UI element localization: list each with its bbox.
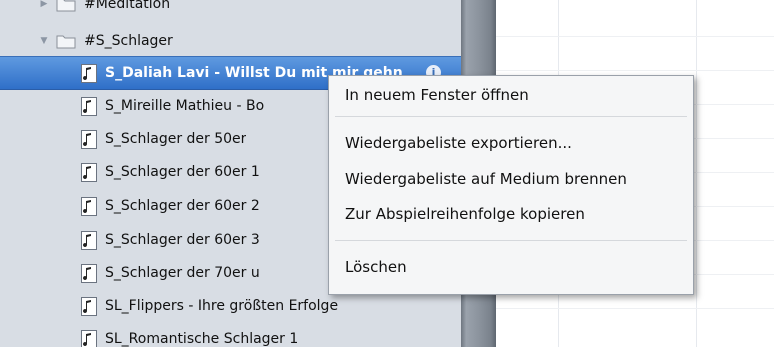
disclosure-down-icon[interactable]: ▼ — [38, 36, 50, 46]
folder-icon — [56, 34, 76, 49]
sidebar-item-label: S_Schlager der 50er — [105, 131, 247, 147]
row-divider — [496, 308, 774, 309]
menu-item-copy-to-play-queue[interactable]: Zur Abspielreihenfolge kopieren — [345, 204, 585, 224]
menu-item-export-playlist[interactable]: Wiedergabeliste exportieren... — [345, 133, 572, 153]
disclosure-right-icon[interactable]: ▶ — [38, 0, 50, 9]
menu-item-open-new-window[interactable]: In neuem Fenster öffnen — [345, 85, 529, 105]
sidebar-item-label: #Meditation — [84, 0, 171, 12]
playlist-note-icon — [81, 230, 97, 250]
playlist-note-icon — [81, 63, 97, 83]
playlist-note-icon — [81, 96, 97, 116]
sidebar-item-label: S_Schlager der 60er 3 — [105, 232, 260, 248]
column-divider — [696, 0, 697, 347]
playlist-note-icon — [81, 162, 97, 182]
playlist-note-icon — [81, 296, 97, 316]
sidebar-item-label: SL_Flippers - Ihre größten Erfolge — [105, 298, 339, 314]
sidebar-item-meditation[interactable]: ▶ #Meditation — [0, 0, 461, 20]
sidebar-item-s-schlager[interactable]: ▼ #S_Schlager — [0, 25, 461, 57]
sidebar-item-label: S_Schlager der 60er 2 — [105, 198, 260, 214]
menu-separator — [335, 116, 687, 117]
sidebar-item-label: S_Schlager der 60er 1 — [105, 164, 260, 180]
sidebar-item-label: SL_Romantische Schlager 1 — [105, 331, 299, 347]
playlist-note-icon — [81, 329, 97, 347]
playlist-note-icon — [81, 196, 97, 216]
sidebar-item-label: S_Mireille Mathieu - Bo — [105, 98, 265, 114]
sidebar-item-playlist[interactable]: SL_Romantische Schlager 1 — [0, 323, 461, 347]
context-menu: In neuem Fenster öffnen Wiedergabeliste … — [328, 75, 694, 295]
menu-separator — [335, 240, 687, 241]
menu-item-burn-playlist[interactable]: Wiedergabeliste auf Medium brennen — [345, 169, 627, 189]
sidebar-item-label: S_Schlager der 70er u — [105, 265, 260, 281]
playlist-note-icon — [81, 263, 97, 283]
playlist-note-icon — [81, 129, 97, 149]
sidebar-item-label: #S_Schlager — [84, 33, 173, 49]
row-divider — [496, 70, 774, 71]
menu-item-delete[interactable]: Löschen — [345, 257, 407, 277]
row-divider — [496, 36, 774, 37]
folder-icon — [56, 0, 76, 12]
